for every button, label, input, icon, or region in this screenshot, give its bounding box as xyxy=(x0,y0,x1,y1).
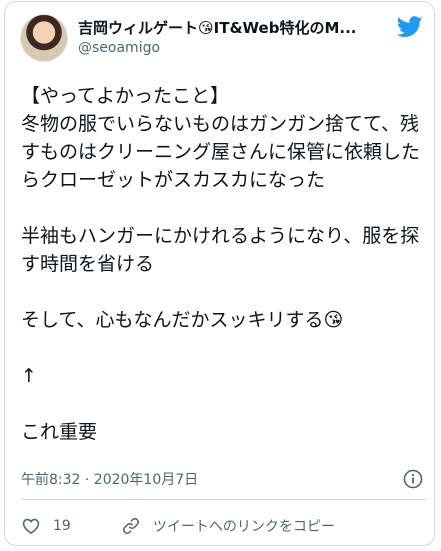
tweet-text: 【やってよかったこと】 冬物の服でいらないものはガンガン捨てて、残すものはクリー… xyxy=(21,85,421,443)
tweet-timestamp[interactable]: 午前8:32 · 2020年10月7日 xyxy=(21,469,198,489)
copy-link-button[interactable]: ツイートへのリンクをコピー xyxy=(121,516,335,536)
tweet-actions: 19 ツイートへのリンクをコピー xyxy=(21,510,335,542)
tweet-card: 吉岡ウィルゲート😘IT&Web特化のM... @seoamigo 【やってよかっ… xyxy=(4,1,435,546)
copy-link-label: ツイートへのリンクをコピー xyxy=(152,519,335,535)
info-icon[interactable] xyxy=(403,469,423,489)
link-icon xyxy=(122,518,139,534)
twitter-bird-icon[interactable] xyxy=(397,16,423,38)
author-name[interactable]: 吉岡ウィルゲート😘IT&Web特化のM... xyxy=(78,17,383,38)
like-count: 19 xyxy=(53,518,71,534)
like-button[interactable]: 19 xyxy=(21,516,71,536)
avatar[interactable] xyxy=(20,14,68,62)
heart-icon xyxy=(22,518,40,534)
author-handle[interactable]: @seoamigo xyxy=(78,40,160,56)
divider xyxy=(21,499,426,500)
